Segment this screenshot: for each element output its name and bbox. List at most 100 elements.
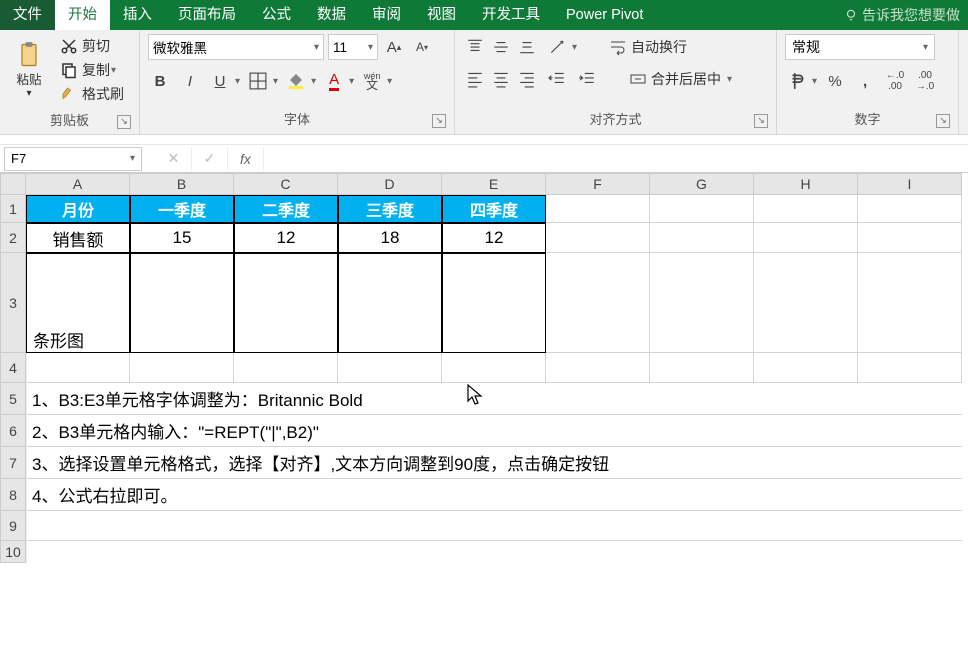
fx-button[interactable]: fx — [228, 147, 264, 171]
orientation-button[interactable] — [545, 34, 569, 60]
tab-insert[interactable]: 插入 — [110, 0, 165, 30]
font-color-button[interactable]: A — [322, 68, 346, 94]
wrap-text-button[interactable]: 自动换行 — [605, 35, 691, 59]
align-left-button[interactable] — [463, 66, 487, 92]
cell[interactable] — [546, 353, 650, 383]
cell[interactable] — [858, 223, 962, 253]
decrease-indent-button[interactable] — [545, 66, 569, 92]
phonetic-button[interactable]: wén文 — [360, 68, 384, 94]
dialog-launcher-icon[interactable]: ↘ — [117, 115, 131, 129]
dialog-launcher-icon[interactable]: ↘ — [432, 114, 446, 128]
decrease-decimal-button[interactable]: .00→.0 — [913, 68, 937, 94]
format-painter-button[interactable]: 格式刷 — [56, 82, 128, 106]
cell-c3[interactable] — [234, 253, 338, 353]
cell-e1[interactable]: 四季度 — [442, 195, 546, 223]
bold-button[interactable]: B — [148, 68, 172, 94]
enter-formula-button[interactable]: ✓ — [192, 147, 228, 171]
align-top-button[interactable] — [463, 34, 487, 60]
cell-d2[interactable]: 18 — [338, 223, 442, 253]
col-header-d[interactable]: D — [338, 173, 442, 195]
cell[interactable] — [338, 353, 442, 383]
row-header-5[interactable]: 5 — [0, 383, 26, 415]
cell[interactable] — [26, 511, 962, 541]
tab-file[interactable]: 文件 — [0, 0, 55, 30]
cell[interactable] — [754, 253, 858, 353]
tab-powerpivot[interactable]: Power Pivot — [553, 0, 656, 30]
cell[interactable] — [754, 353, 858, 383]
cell[interactable] — [546, 253, 650, 353]
col-header-e[interactable]: E — [442, 173, 546, 195]
dialog-launcher-icon[interactable]: ↘ — [754, 114, 768, 128]
number-format-select[interactable]: 常规▾ — [785, 34, 935, 60]
cell-e2[interactable]: 12 — [442, 223, 546, 253]
decrease-font-button[interactable]: A▾ — [410, 34, 434, 60]
cell[interactable] — [754, 223, 858, 253]
col-header-c[interactable]: C — [234, 173, 338, 195]
underline-button[interactable]: U — [208, 68, 232, 94]
cell[interactable] — [442, 353, 546, 383]
cell-c1[interactable]: 二季度 — [234, 195, 338, 223]
cell[interactable] — [754, 195, 858, 223]
tell-me[interactable]: 告诉我您想要做 — [836, 5, 968, 25]
formula-input[interactable] — [264, 147, 968, 171]
cell[interactable] — [650, 353, 754, 383]
col-header-a[interactable]: A — [26, 173, 130, 195]
row-header-1[interactable]: 1 — [0, 195, 26, 223]
row-header-6[interactable]: 6 — [0, 415, 26, 447]
align-bottom-button[interactable] — [515, 34, 539, 60]
cell[interactable] — [858, 353, 962, 383]
cell[interactable] — [546, 195, 650, 223]
cell[interactable] — [546, 223, 650, 253]
row-header-2[interactable]: 2 — [0, 223, 26, 253]
cell-a6[interactable]: 2、B3单元格内输入："=REPT("|",B2)" — [26, 415, 962, 447]
cell-a1[interactable]: 月份 — [26, 195, 130, 223]
cell[interactable] — [858, 195, 962, 223]
row-header-4[interactable]: 4 — [0, 353, 26, 383]
col-header-g[interactable]: G — [650, 173, 754, 195]
cell-a8[interactable]: 4、公式右拉即可。 — [26, 479, 962, 511]
row-header-8[interactable]: 8 — [0, 479, 26, 511]
tab-dev[interactable]: 开发工具 — [469, 0, 553, 30]
increase-font-button[interactable]: A▴ — [382, 34, 406, 60]
tab-review[interactable]: 审阅 — [359, 0, 414, 30]
cell[interactable] — [650, 223, 754, 253]
percent-button[interactable]: % — [823, 68, 847, 94]
cell[interactable] — [650, 253, 754, 353]
increase-decimal-button[interactable]: ←.0.00 — [883, 68, 907, 94]
row-header-7[interactable]: 7 — [0, 447, 26, 479]
cell[interactable] — [234, 353, 338, 383]
italic-button[interactable]: I — [178, 68, 202, 94]
cell-d1[interactable]: 三季度 — [338, 195, 442, 223]
cell-a3[interactable]: 条形图 — [26, 253, 130, 353]
border-button[interactable] — [246, 68, 270, 94]
cell-b3[interactable] — [130, 253, 234, 353]
col-header-i[interactable]: I — [858, 173, 962, 195]
dialog-launcher-icon[interactable]: ↘ — [936, 114, 950, 128]
tab-data[interactable]: 数据 — [304, 0, 359, 30]
align-middle-button[interactable] — [489, 34, 513, 60]
cell[interactable] — [650, 195, 754, 223]
cell-b2[interactable]: 15 — [130, 223, 234, 253]
fill-color-button[interactable] — [284, 68, 308, 94]
paste-button[interactable]: 粘贴 ▾ — [8, 41, 50, 99]
cancel-formula-button[interactable]: ✕ — [156, 147, 192, 171]
cell-c2[interactable]: 12 — [234, 223, 338, 253]
tab-layout[interactable]: 页面布局 — [165, 0, 249, 30]
cell-d3[interactable] — [338, 253, 442, 353]
cell-a2[interactable]: 销售额 — [26, 223, 130, 253]
select-all-corner[interactable] — [0, 173, 26, 195]
row-header-3[interactable]: 3 — [0, 253, 26, 353]
tab-formula[interactable]: 公式 — [249, 0, 304, 30]
copy-button[interactable]: 复制▾ — [56, 58, 128, 82]
cell-a7[interactable]: 3、选择设置单元格格式，选择【对齐】,文本方向调整到90度，点击确定按钮 — [26, 447, 962, 479]
cell[interactable] — [26, 353, 130, 383]
col-header-h[interactable]: H — [754, 173, 858, 195]
comma-button[interactable]: , — [853, 68, 877, 94]
row-header-10[interactable]: 10 — [0, 541, 26, 563]
font-size-select[interactable]: 11▾ — [328, 34, 378, 60]
cell[interactable] — [130, 353, 234, 383]
cell[interactable] — [26, 541, 962, 563]
align-center-button[interactable] — [489, 66, 513, 92]
cell-b1[interactable]: 一季度 — [130, 195, 234, 223]
increase-indent-button[interactable] — [575, 66, 599, 92]
